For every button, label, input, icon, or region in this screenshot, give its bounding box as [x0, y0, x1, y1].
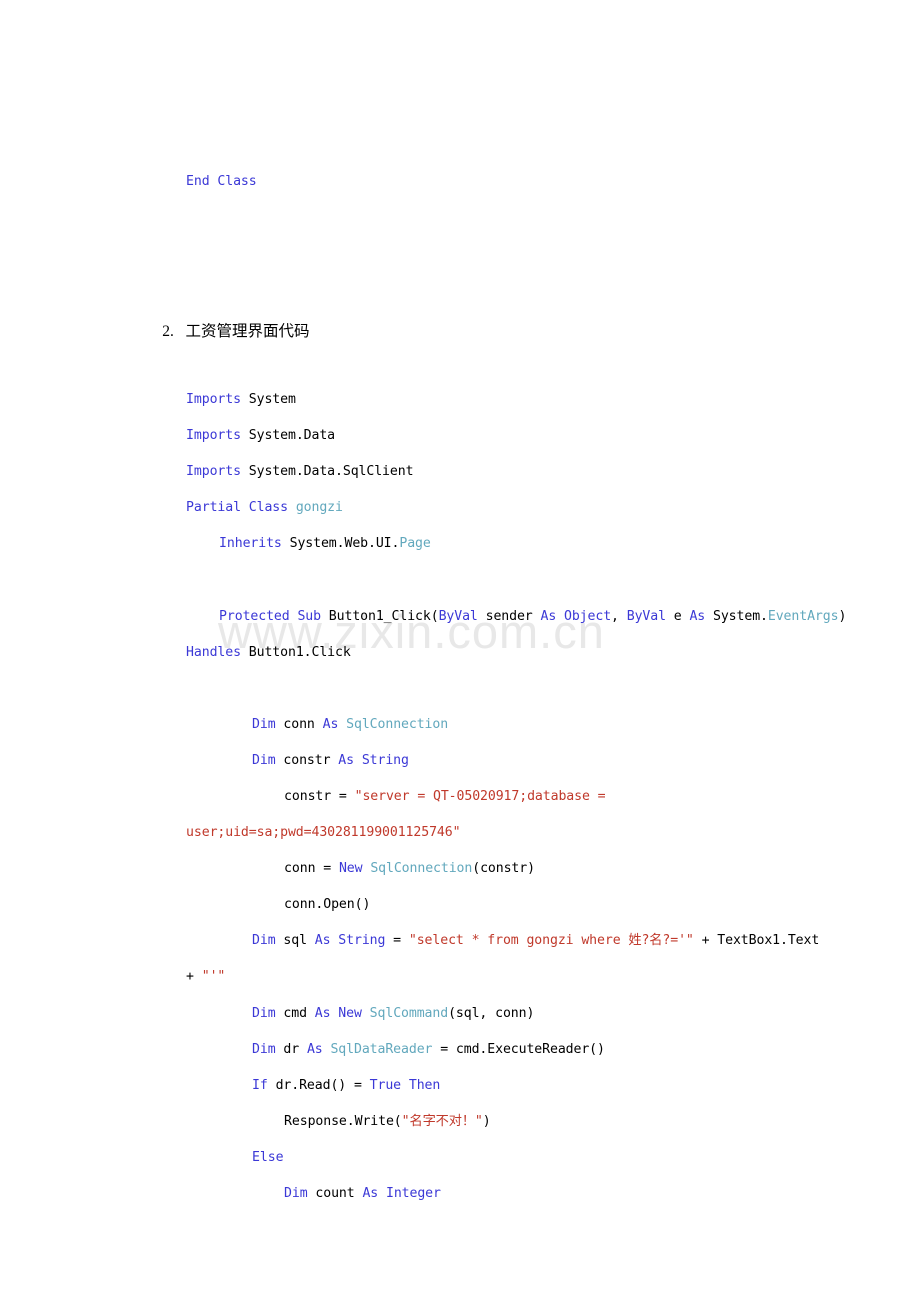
keyword-handles: Handles [186, 645, 241, 660]
heading-title: 工资管理界面代码 [185, 323, 310, 340]
inherits-namespace: System.Web.UI. [281, 536, 400, 551]
type-page: Page [399, 536, 431, 551]
connection-string-part2: user;uid=sa;pwd=430281199001125746" [186, 825, 461, 840]
conn-assignment: conn = [284, 861, 339, 876]
keyword-as: As [689, 609, 706, 624]
code-line-dim-sql: Dim sql As String = "select * from gongz… [205, 917, 819, 965]
paren-close: ) [838, 609, 847, 624]
keyword-true-then: True Then [369, 1078, 441, 1093]
method-name-button1-click: Button1_Click( [320, 609, 439, 624]
keyword-inherits: Inherits [219, 536, 282, 551]
keyword-as: As [322, 717, 339, 732]
response-write-call: Response.Write( [284, 1114, 402, 1129]
heading-number: 2. [162, 323, 174, 340]
variable-cmd: cmd [275, 1006, 315, 1021]
code-line-dim-count: Dim count As Integer [237, 1170, 441, 1218]
variable-dr: dr [275, 1042, 307, 1057]
dr-read-condition: dr.Read() = [267, 1078, 370, 1093]
type-eventargs: EventArgs [767, 609, 839, 624]
imports-sqlclient-target: System.Data.SqlClient [240, 464, 414, 479]
constr-assignment: constr = [284, 789, 355, 804]
keyword-as-new: As New [314, 1006, 362, 1021]
keyword-dim: Dim [252, 1006, 276, 1021]
execute-reader-call: = cmd.ExecuteReader() [432, 1042, 605, 1057]
cmd-constructor-args: (sql, conn) [448, 1006, 535, 1021]
keyword-else: Else [252, 1150, 284, 1165]
variable-constr: constr [275, 753, 339, 768]
error-message-string: "名字不对！" [401, 1114, 483, 1129]
paren-close: ) [482, 1114, 491, 1129]
variable-count: count [307, 1186, 363, 1201]
constructor-args: (constr) [472, 861, 535, 876]
type-sqlcommand: SqlCommand [369, 1006, 449, 1021]
keyword-imports: Imports [186, 392, 241, 407]
document-page: www.zixin.com.cn End Class 2. 工资管理界面代码 I… [0, 0, 920, 1302]
class-name-gongzi: gongzi [295, 500, 343, 515]
imports-system-target: System [240, 392, 296, 407]
keyword-byval-e: ByVal [626, 609, 666, 624]
keyword-if: If [252, 1078, 268, 1093]
connection-string-part1: "server = QT-05020917;database = [354, 789, 606, 804]
keyword-dim: Dim [284, 1186, 308, 1201]
variable-sql: sql [275, 933, 315, 948]
imports-system-data-target: System.Data [240, 428, 336, 443]
keyword-dim: Dim [252, 1042, 276, 1057]
variable-conn: conn [275, 717, 323, 732]
keyword-byval-sender: ByVal [438, 609, 478, 624]
sql-concat-textbox: + TextBox1.Text [693, 933, 820, 948]
sql-quote-string: "'" [201, 969, 226, 984]
keyword-imports: Imports [186, 464, 241, 479]
keyword-as: As [306, 1042, 323, 1057]
keyword-as-object: As Object [540, 609, 612, 624]
sql-query-string: "select * from gongzi where 姓?名?='" [408, 933, 694, 948]
keyword-as-string: As String [338, 753, 409, 768]
heading-spacer [174, 323, 186, 340]
conn-open-call: conn.Open() [284, 897, 371, 912]
handles-target: Button1.Click [240, 645, 351, 660]
code-line-handles: Handles Button1.Click [139, 629, 351, 677]
namespace-system: System. [705, 609, 768, 624]
keyword-new: New [338, 861, 363, 876]
assign-operator: = [385, 933, 409, 948]
keyword-dim: Dim [252, 933, 276, 948]
keyword-dim: Dim [252, 753, 276, 768]
keyword-end-class: End Class [186, 174, 257, 189]
keyword-as-integer: As Integer [362, 1186, 441, 1201]
param-e: e [665, 609, 690, 624]
param-sender: sender [477, 609, 541, 624]
section-heading: 2. 工资管理界面代码 [139, 301, 310, 359]
keyword-as-string: As String [314, 933, 386, 948]
type-sqlconnection: SqlConnection [370, 861, 473, 876]
keyword-imports: Imports [186, 428, 241, 443]
code-line-inherits: Inherits System.Web.UI.Page [172, 520, 431, 568]
keyword-dim: Dim [252, 717, 276, 732]
type-sqldatareader: SqlDataReader [330, 1042, 433, 1057]
code-line-end-class: End Class [139, 158, 257, 206]
param-separator: , [611, 609, 627, 624]
keyword-partial-class: Partial Class [186, 500, 296, 515]
keyword-protected-sub: Protected Sub [219, 609, 321, 624]
concat-operator: + [186, 969, 202, 984]
type-sqlconnection: SqlConnection [346, 717, 449, 732]
